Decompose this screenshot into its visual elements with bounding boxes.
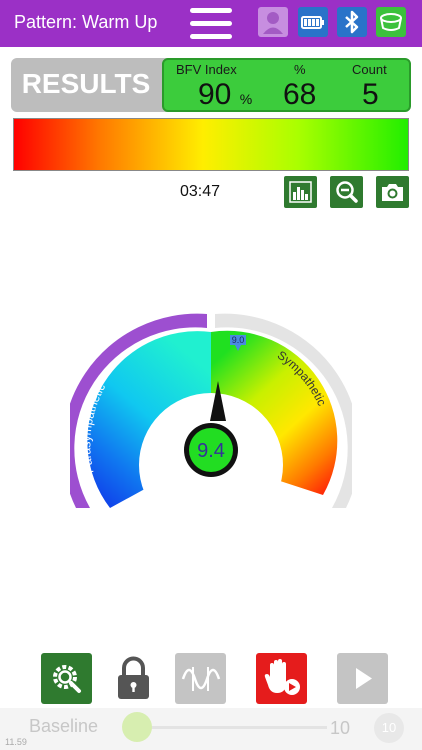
zoom-out-icon[interactable]	[330, 176, 363, 208]
bfv-index-label: BFV Index	[176, 62, 237, 77]
balance-gauge: Parasympathetic Sympathetic 9.0 9.4	[62, 305, 360, 537]
session-timer: 03:47	[179, 183, 221, 200]
baseline-slider-track[interactable]	[137, 726, 327, 729]
count-value: 5	[362, 78, 379, 111]
hand-stop-icon[interactable]	[256, 653, 307, 704]
lock-icon[interactable]	[108, 653, 159, 704]
bfv-index-number: 90	[198, 78, 232, 111]
results-label: RESULTS	[21, 68, 151, 99]
percent-value: 68	[283, 78, 317, 111]
camera-icon[interactable]	[376, 176, 409, 208]
menu-icon[interactable]	[190, 7, 232, 41]
baseline-label: Baseline	[29, 716, 99, 736]
count-label: Count	[352, 62, 387, 77]
baseline-badge[interactable]: 10	[374, 713, 404, 743]
bar-chart-icon[interactable]	[284, 176, 317, 208]
score-gradient-bar	[13, 118, 409, 171]
results-panel[interactable]: RESULTS	[11, 58, 171, 112]
bluetooth-icon[interactable]	[337, 7, 367, 37]
baseline-row: Baseline 10 10	[0, 708, 422, 750]
baseline-value: 10	[330, 718, 351, 738]
baseline-slider-thumb[interactable]	[122, 712, 152, 742]
percent-label: %	[294, 62, 306, 77]
version-label: 11.59	[5, 737, 27, 747]
user-icon[interactable]	[258, 7, 288, 37]
bfv-index-unit: %	[239, 91, 253, 107]
play-icon[interactable]	[337, 653, 388, 704]
target-marker-value: 9.0	[232, 335, 245, 345]
gauge-center-value: 9.4	[197, 440, 225, 462]
wave-icon[interactable]	[175, 653, 226, 704]
stats-panel: BFV Index 90 % % 68 Count 5	[162, 58, 411, 112]
bfv-index-value: 90 %	[198, 78, 252, 112]
bowl-icon[interactable]	[376, 7, 406, 37]
settings-search-icon[interactable]	[41, 653, 92, 704]
battery-icon[interactable]	[298, 7, 328, 37]
top-header: Pattern: Warm Up	[0, 0, 422, 47]
pattern-title: Pattern: Warm Up	[14, 12, 158, 32]
